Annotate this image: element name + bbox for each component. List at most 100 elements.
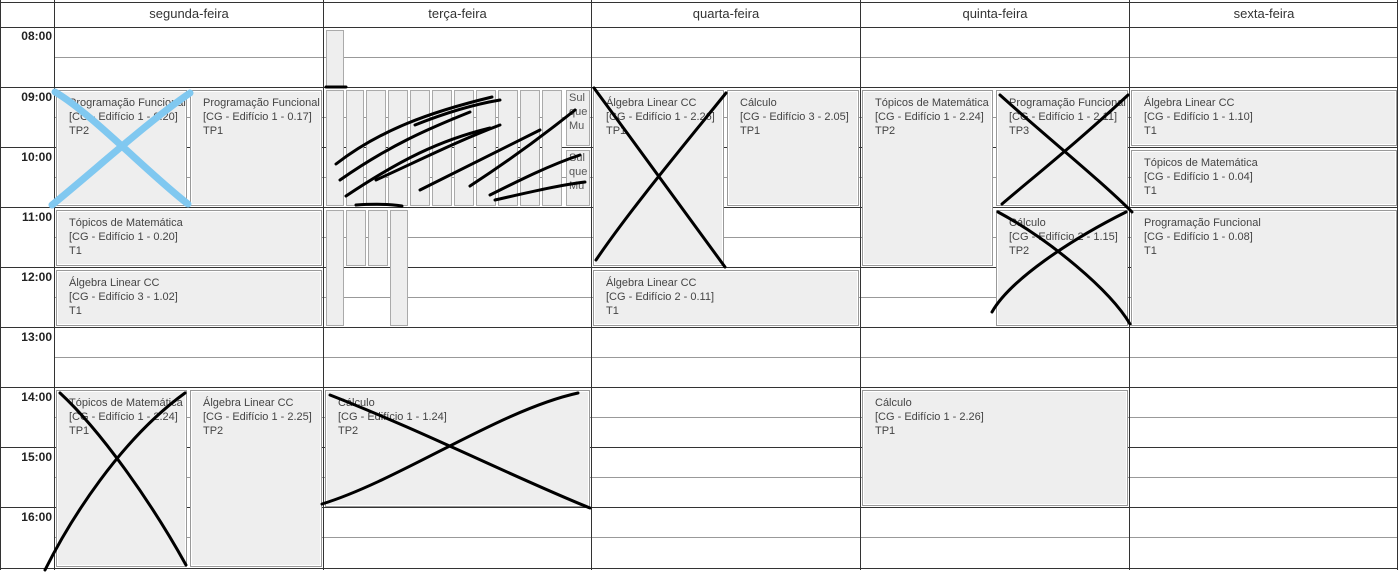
event-block-collapsed[interactable] [326, 30, 344, 88]
event-block[interactable]: Tópicos de Matemática [CG - Edifício 1 -… [56, 210, 322, 266]
event-type: T1 [69, 305, 82, 317]
time-label: 09:00 [21, 90, 52, 104]
event-title: Tópicos de Matemática [69, 217, 183, 229]
event-title: Álgebra Linear CC [606, 277, 697, 289]
time-label: 11:00 [21, 210, 52, 224]
event-block[interactable]: Álgebra Linear CC [CG - Edifício 1 - 1.1… [1131, 90, 1397, 146]
event-type: TP2 [1009, 245, 1030, 257]
event-title: Álgebra Linear CC [203, 397, 294, 409]
event-type: TP1 [606, 125, 627, 137]
event-block-collapsed[interactable] [326, 90, 344, 206]
event-block[interactable]: Álgebra Linear CC [CG - Edifício 1 - 2.2… [190, 390, 322, 567]
event-room: [CG - Edifício 1 - 0.04] [1144, 171, 1253, 183]
grid-line [1129, 0, 1130, 570]
time-label: 12:00 [21, 270, 52, 284]
event-block-collapsed[interactable] [476, 90, 496, 206]
event-block[interactable]: Programação Funcional [CG - Edifício 1 -… [1131, 210, 1397, 326]
day-header-tuesday[interactable]: terça-feira [324, 0, 591, 28]
event-title: Programação Funcional [203, 97, 320, 109]
event-room: que [569, 166, 588, 178]
event-type: Mu [569, 180, 585, 192]
event-type: TP2 [338, 425, 359, 437]
time-label: 15:00 [21, 450, 52, 464]
event-block[interactable]: Cálculo [CG - Edifício 1 - 2.26] TP1 [862, 390, 1128, 506]
event-block-collapsed[interactable] [368, 210, 388, 266]
grid-line [0, 327, 1398, 328]
event-block-collapsed[interactable] [346, 210, 366, 266]
event-room: [CG - Edifício 1 - 0.20] [69, 111, 178, 123]
event-title: Cálculo [338, 397, 375, 409]
event-block[interactable]: Tópicos de Matemática [CG - Edifício 1 -… [862, 90, 993, 266]
grid-line [54, 0, 55, 570]
event-block-collapsed[interactable] [542, 90, 562, 206]
event-block-collapsed[interactable] [454, 90, 474, 206]
event-room: [CG - Edifício 1 - 0.20] [69, 231, 178, 243]
event-type: TP2 [875, 125, 896, 137]
event-room: [CG - Edifício 1 - 2.25] [203, 411, 312, 423]
event-room: [CG - Edifício 2 - 0.11] [606, 291, 715, 303]
time-label: 14:00 [21, 390, 52, 404]
day-header-wednesday[interactable]: quarta-feira [592, 0, 860, 28]
time-label: 16:00 [21, 510, 52, 524]
grid-line [55, 57, 1398, 58]
event-room: [CG - Edifício 1 - 2.24] [69, 411, 178, 423]
event-block[interactable]: Álgebra Linear CC [CG - Edifício 1 - 2.2… [593, 90, 724, 266]
event-title: Cálculo [875, 397, 912, 409]
event-block[interactable]: Cálculo [CG - Edifício 3 - 2.05] TP1 [727, 90, 859, 206]
weekly-schedule: segunda-feira terça-feira quarta-feira q… [0, 0, 1400, 572]
event-title: Sul [569, 92, 585, 104]
event-block-collapsed[interactable] [520, 90, 540, 206]
event-block-collapsed[interactable] [410, 90, 430, 206]
event-room: [CG - Edifício 1 - 2.11] [1009, 111, 1118, 123]
event-room: [CG - Edifício 1 - 1.24] [338, 411, 447, 423]
event-room: [CG - Edifício 1 - 2.26] [606, 111, 715, 123]
event-block-collapsed[interactable] [498, 90, 518, 206]
event-block[interactable]: Cálculo [CG - Edifício 1 - 1.24] TP2 [325, 390, 590, 507]
event-type: T1 [1144, 125, 1157, 137]
event-block[interactable]: Cálculo [CG - Edifício 2 - 1.15] TP2 [996, 210, 1128, 326]
grid-line [591, 0, 592, 570]
event-block-partial[interactable]: Sul que Mu [566, 90, 590, 146]
day-header-monday[interactable]: segunda-feira [55, 0, 323, 28]
event-block[interactable]: Tópicos de Matemática [CG - Edifício 1 -… [56, 390, 187, 567]
event-type: TP1 [875, 425, 896, 437]
event-block-collapsed[interactable] [432, 90, 452, 206]
event-block[interactable]: Programação Funcional [CG - Edifício 1 -… [996, 90, 1128, 206]
day-header-friday[interactable]: sexta-feira [1130, 0, 1398, 28]
event-type: TP1 [69, 425, 90, 437]
event-type: TP1 [203, 125, 224, 137]
grid-line [860, 0, 861, 570]
event-title: Tópicos de Matemática [69, 397, 183, 409]
event-block-collapsed[interactable] [346, 90, 364, 206]
event-block[interactable]: Programação Funcional [CG - Edifício 1 -… [190, 90, 322, 206]
event-block[interactable]: Programação Funcional [CG - Edifício 1 -… [56, 90, 187, 206]
event-block[interactable]: Álgebra Linear CC [CG - Edifício 2 - 0.1… [593, 270, 859, 326]
grid-line [0, 87, 1398, 88]
event-title: Sul [569, 152, 585, 164]
event-title: Programação Funcional [69, 97, 186, 109]
event-type: TP2 [69, 125, 90, 137]
event-block-collapsed[interactable] [326, 210, 344, 326]
day-header-thursday[interactable]: quinta-feira [861, 0, 1129, 28]
event-title: Álgebra Linear CC [69, 277, 160, 289]
event-type: TP1 [740, 125, 761, 137]
event-title: Programação Funcional [1009, 97, 1126, 109]
event-block-partial[interactable]: Sul que Mu [566, 150, 590, 206]
event-type: T1 [1144, 185, 1157, 197]
event-block-collapsed[interactable] [366, 90, 386, 206]
grid-line [0, 387, 1398, 388]
grid-line [323, 0, 324, 570]
time-label: 10:00 [21, 150, 52, 164]
grid-line [0, 2, 1398, 3]
time-label: 08:00 [21, 29, 52, 43]
event-room: [CG - Edifício 3 - 1.02] [69, 291, 178, 303]
event-block-collapsed[interactable] [390, 210, 408, 326]
grid-line [0, 27, 1398, 28]
event-block-collapsed[interactable] [388, 90, 408, 206]
event-room: [CG - Edifício 1 - 2.26] [875, 411, 984, 423]
event-block[interactable]: Álgebra Linear CC [CG - Edifício 3 - 1.0… [56, 270, 322, 326]
event-block[interactable]: Tópicos de Matemática [CG - Edifício 1 -… [1131, 150, 1397, 206]
event-title: Programação Funcional [1144, 217, 1261, 229]
event-room: [CG - Edifício 1 - 1.10] [1144, 111, 1253, 123]
grid-line [55, 357, 1398, 358]
